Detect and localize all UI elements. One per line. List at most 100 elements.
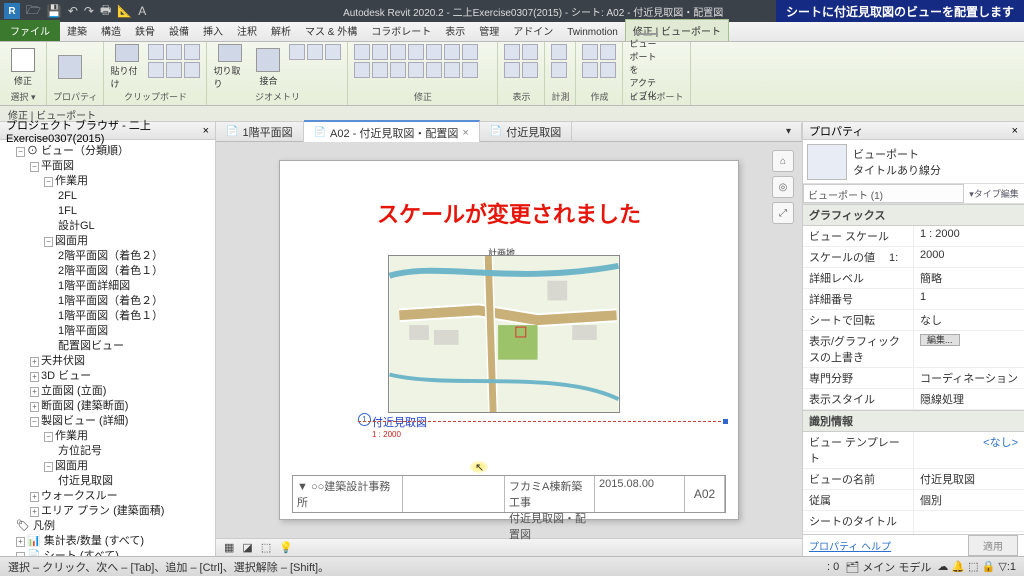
status-icons[interactable]: ☁ 🔔 ⬚ 🔒 ▽:1 [937,560,1016,573]
ribbon-tab[interactable]: 注釈 [230,20,264,41]
nav-home-icon[interactable]: ⌂ [772,150,794,172]
ribbon-tab[interactable]: 鉄骨 [128,20,162,41]
group-label: 修正 [354,90,491,103]
close-icon[interactable]: × [203,125,209,137]
sheet[interactable]: スケールが変更されました 計画地 [279,160,739,520]
qat-open-icon[interactable]: 🗁 [26,1,41,22]
vicinity-map[interactable] [388,255,620,413]
ribbon-tab[interactable]: 挿入 [196,20,230,41]
ribbon: 修正 選択 ▾ プロパティ 貼り付け クリップボード 切り取り 接合 ジオメトリ… [0,42,1024,106]
group-label: 計測 [551,90,569,103]
titleblock[interactable]: ▼ ○○建築設計事務所 フカミA棟新築工事付近見取図・配置図 2015.08.0… [292,475,726,513]
create-tools[interactable] [582,44,616,78]
nav-wheel-icon[interactable]: ◎ [772,176,794,198]
ribbon-group-properties: プロパティ [47,42,104,105]
activate-viewport-button[interactable]: ビューポートを アクティブ化 [629,44,663,90]
measure-tools[interactable] [551,44,567,78]
group-label: クリップボード [110,90,200,103]
ribbon-tab[interactable]: 構造 [94,20,128,41]
group-label: ビューポート [629,90,683,103]
quick-access-toolbar[interactable]: 🗁 💾 ↶ ↷ 🖶 📐 A [26,1,146,22]
ribbon-group-measure: 計測 [545,42,576,105]
vc-icon[interactable]: ▦ [224,541,234,554]
ribbon-tab[interactable]: コラボレート [364,20,438,41]
vc-icon[interactable]: ◪ [242,541,252,554]
properties-button[interactable] [53,44,87,90]
ribbon-group-modify: 修正 [348,42,498,105]
grip-icon[interactable] [723,419,728,424]
prop-category: 識別情報 [803,410,1024,432]
edit-type-button[interactable]: ▾タイプ編集 [964,184,1024,203]
view-tools[interactable] [504,44,538,78]
file-tab[interactable]: ファイル [0,20,60,41]
group-label: 作成 [582,90,616,103]
ribbon-tabstrip: ファイル 建築 構造 鉄骨 設備 挿入 注釈 解析 マス & 外構 コラボレート… [0,22,1024,42]
ribbon-tab[interactable]: 管理 [472,20,506,41]
qat-undo-icon[interactable]: ↶ [68,4,78,18]
nav-bar: ⌂ ◎ ⤢ [772,150,794,224]
group-label: ジオメトリ [213,90,341,103]
edit-button[interactable]: 編集... [920,334,960,346]
cursor-icon: ↖ [475,461,484,474]
ribbon-tab[interactable]: 建築 [60,20,94,41]
close-icon[interactable]: × [1012,125,1018,137]
group-label: 表示 [504,90,538,103]
qat-redo-icon[interactable]: ↷ [84,4,94,18]
status-bar: 選択 – クリック、次へ – [Tab]、追加 – [Ctrl]、選択解除 – … [0,556,1024,576]
jog-button[interactable]: 接合 [251,44,285,90]
nav-zoom-icon[interactable]: ⤢ [772,202,794,224]
view-number[interactable]: 1 [358,413,371,426]
ribbon-group-viewport: ビューポートを アクティブ化 ビューポート [623,42,690,105]
qat-print-icon[interactable]: 🖶 [100,1,111,22]
qat-measure-icon[interactable]: 📐 [117,4,132,18]
ribbon-group-select: 修正 選択 ▾ [0,42,47,105]
project-tree[interactable]: −⊙ ビュー（分類順） −平面図 −作業用 2FL1FL設計GL −図面用 2階… [0,140,215,556]
status-model[interactable]: 🗂 メイン モデル [845,559,931,575]
view-title-tag[interactable]: 付近見取図 1 : 2000 [372,414,427,439]
type-thumbnail [807,144,847,180]
clipboard-small-buttons[interactable] [148,44,200,78]
ribbon-tab[interactable]: 解析 [264,20,298,41]
status-hint: 選択 – クリック、次へ – [Tab]、追加 – [Ctrl]、選択解除 – … [8,559,329,575]
vc-icon[interactable]: ⬚ [261,541,271,554]
vc-icon[interactable]: 💡 [279,541,293,554]
canvas-area: 📄 1階平面図 📄 A02 - 付近見取図・配置図 × 📄 付近見取図 ▾ ⌂ … [216,122,802,556]
overlay-headline: スケールが変更されました [280,197,738,229]
properties-grid[interactable]: グラフィックス ビュー スケール1 : 2000 スケールの値 1:2000 詳… [803,204,1024,534]
ribbon-tab[interactable]: マス & 外構 [298,20,364,41]
tab-overflow[interactable]: ▾ [776,123,802,140]
modify-tools[interactable] [354,44,478,78]
ribbon-tab[interactable]: 設備 [162,20,196,41]
apply-button[interactable]: 適用 [968,535,1018,556]
group-label: プロパティ [53,90,97,103]
doc-tab-active[interactable]: 📄 A02 - 付近見取図・配置図 × [304,120,480,144]
properties-title: プロパティ [809,123,863,139]
type-selector[interactable]: ビューポートタイトルあり線分 [803,140,1024,184]
doc-tab[interactable]: 📄 付近見取図 [480,121,572,143]
project-browser-header: プロジェクト ブラウザ - 二上Exercise0307(2015) × [0,122,215,140]
properties-header: プロパティ × [803,122,1024,140]
project-browser-panel: プロジェクト ブラウザ - 二上Exercise0307(2015) × −⊙ … [0,122,216,556]
status-sep: : 0 [827,561,839,573]
qat-save-icon[interactable]: 💾 [47,4,62,18]
close-icon[interactable]: × [462,127,468,139]
ribbon-group-clipboard: 貼り付け クリップボード [104,42,207,105]
selection-line [358,421,726,422]
instruction-banner: シートに付近見取図のビューを配置します [776,0,1024,22]
geom-small[interactable] [289,44,341,60]
doc-tab[interactable]: 📄 1階平面図 [216,121,304,143]
ribbon-group-create: 作成 [576,42,623,105]
properties-help-link[interactable]: プロパティ ヘルプ [809,538,891,553]
properties-panel: プロパティ × ビューポートタイトルあり線分 ビューポート (1) ▾タイプ編集… [802,122,1024,556]
qat-text-icon[interactable]: A [138,4,146,18]
sheet-canvas[interactable]: ⌂ ◎ ⤢ スケールが変更されました 計画地 [216,142,802,538]
ribbon-tab[interactable]: 表示 [438,20,472,41]
ribbon-tab[interactable]: アドイン [506,20,560,41]
paste-button[interactable]: 貼り付け [110,44,144,90]
ribbon-group-view: 表示 [498,42,545,105]
cut-button[interactable]: 切り取り [213,44,247,90]
instance-selector[interactable]: ビューポート (1) [803,184,964,203]
ribbon-tab[interactable]: Twinmotion [560,24,625,41]
modify-button[interactable]: 修正 [6,44,40,90]
document-tabs: 📄 1階平面図 📄 A02 - 付近見取図・配置図 × 📄 付近見取図 ▾ [216,122,802,142]
